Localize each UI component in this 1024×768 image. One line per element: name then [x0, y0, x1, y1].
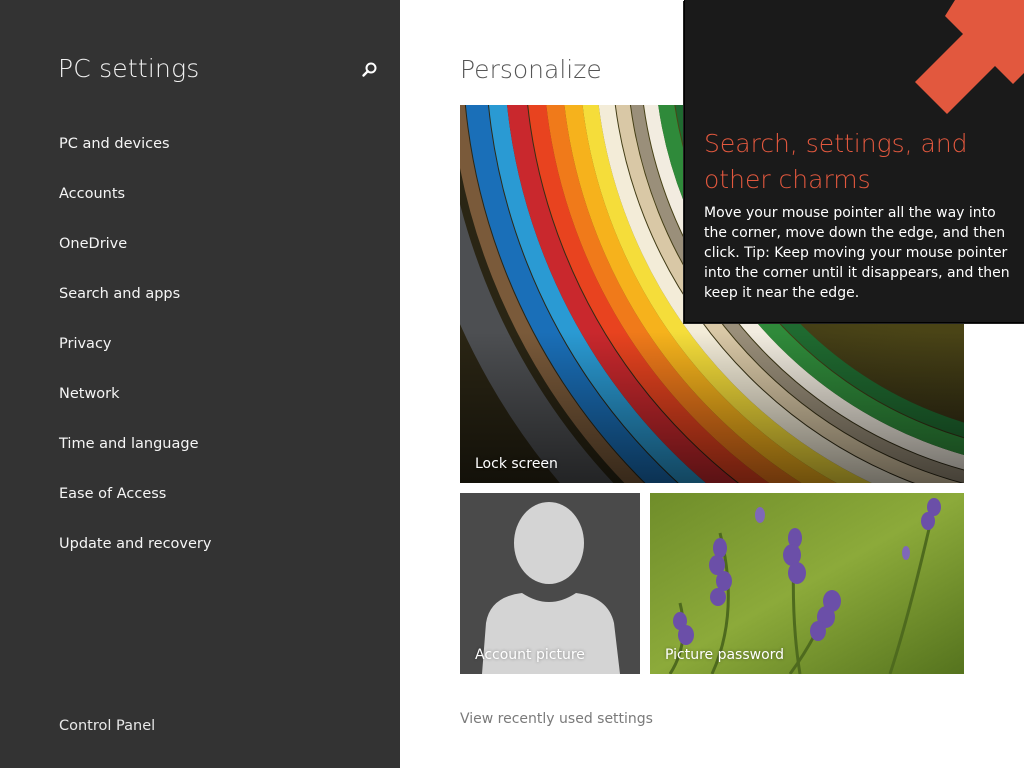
- account-picture-label: Account picture: [475, 647, 585, 663]
- picture-password-tile[interactable]: Picture password: [650, 493, 964, 674]
- sidebar-item-search-and-apps[interactable]: Search and apps: [59, 284, 211, 334]
- account-picture-tile[interactable]: Account picture: [460, 493, 640, 674]
- sidebar: PC settings PC and devices Accounts OneD…: [0, 0, 400, 768]
- sidebar-item-pc-and-devices[interactable]: PC and devices: [59, 134, 211, 184]
- picture-password-label: Picture password: [665, 647, 785, 663]
- sidebar-item-network[interactable]: Network: [59, 384, 211, 434]
- sidebar-nav: PC and devices Accounts OneDrive Search …: [59, 134, 211, 584]
- arrow-up-right-icon: [915, 0, 1024, 114]
- app-title: PC settings: [58, 54, 200, 83]
- control-panel-link[interactable]: Control Panel: [59, 718, 155, 734]
- sidebar-item-ease-of-access[interactable]: Ease of Access: [59, 484, 211, 534]
- page-title: Personalize: [460, 55, 602, 84]
- sidebar-item-time-and-language[interactable]: Time and language: [59, 434, 211, 484]
- lock-screen-label: Lock screen: [475, 456, 558, 472]
- tip-body: Move your mouse pointer all the way into…: [704, 205, 1010, 301]
- view-recent-settings-link[interactable]: View recently used settings: [460, 711, 653, 727]
- sidebar-item-accounts[interactable]: Accounts: [59, 184, 211, 234]
- sidebar-item-update-and-recovery[interactable]: Update and recovery: [59, 534, 211, 584]
- sidebar-item-onedrive[interactable]: OneDrive: [59, 234, 211, 284]
- tip-title: Search, settings, and other charms: [704, 129, 968, 194]
- sidebar-item-privacy[interactable]: Privacy: [59, 334, 211, 384]
- charms-tip-popup: Search, settings, and other charms Move …: [684, 0, 1024, 323]
- search-icon[interactable]: [360, 60, 380, 80]
